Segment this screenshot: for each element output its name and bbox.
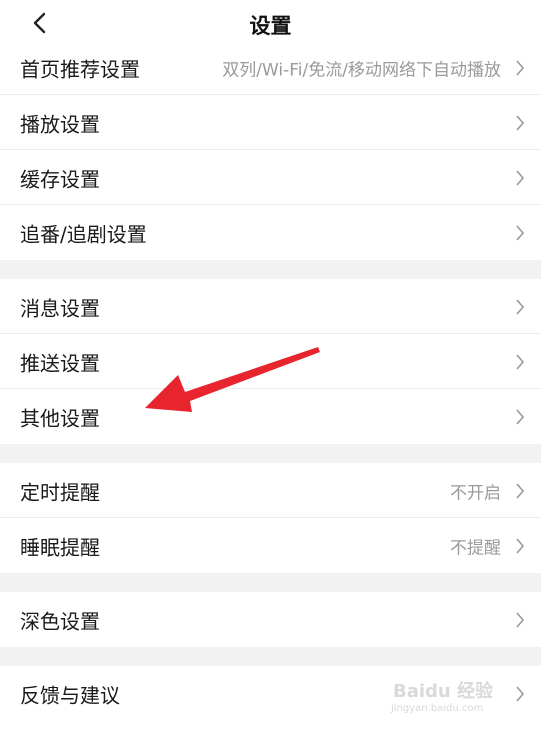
chevron-right-icon <box>516 114 525 131</box>
settings-item-label: 消息设置 <box>20 296 100 320</box>
chevron-right-icon <box>516 59 525 76</box>
settings-item-label: 推送设置 <box>20 351 100 375</box>
chevron-right-icon <box>516 298 525 315</box>
settings-item-label: 播放设置 <box>20 112 100 136</box>
chevron-right-icon <box>516 224 525 241</box>
settings-item-home-recommend[interactable]: 首页推荐设置 双列/Wi-Fi/免流/移动网络下自动播放 <box>0 40 541 95</box>
settings-item-label: 其他设置 <box>20 406 100 430</box>
settings-item-feedback[interactable]: 反馈与建议 <box>0 666 541 721</box>
settings-item-label: 深色设置 <box>20 609 100 633</box>
settings-item-label: 追番/追剧设置 <box>20 222 147 246</box>
settings-item-value: 不提醒 <box>450 538 501 558</box>
settings-item-label: 定时提醒 <box>20 480 100 504</box>
settings-item-cache[interactable]: 缓存设置 <box>0 150 541 205</box>
settings-item-label: 睡眠提醒 <box>20 535 100 559</box>
settings-item-label: 首页推荐设置 <box>20 57 140 81</box>
settings-item-timer-reminder[interactable]: 定时提醒 不开启 <box>0 463 541 518</box>
list-end-spacer <box>0 721 541 733</box>
settings-item-value: 不开启 <box>450 483 501 503</box>
settings-item-sleep-reminder[interactable]: 睡眠提醒 不提醒 <box>0 518 541 573</box>
settings-item-value: 双列/Wi-Fi/免流/移动网络下自动播放 <box>222 60 501 80</box>
chevron-right-icon <box>516 685 525 702</box>
chevron-right-icon <box>516 482 525 499</box>
settings-item-message[interactable]: 消息设置 <box>0 279 541 334</box>
settings-item-label: 反馈与建议 <box>20 683 120 707</box>
settings-item-label: 缓存设置 <box>20 167 100 191</box>
chevron-right-icon <box>516 169 525 186</box>
chevron-right-icon <box>516 408 525 425</box>
settings-item-playback[interactable]: 播放设置 <box>0 95 541 150</box>
chevron-right-icon <box>516 353 525 370</box>
chevron-right-icon <box>516 611 525 628</box>
settings-item-follow[interactable]: 追番/追剧设置 <box>0 205 541 260</box>
chevron-right-icon <box>516 537 525 554</box>
settings-item-other[interactable]: 其他设置 <box>0 389 541 444</box>
settings-item-push[interactable]: 推送设置 <box>0 334 541 389</box>
settings-item-dark-mode[interactable]: 深色设置 <box>0 592 541 647</box>
page-title: 设置 <box>249 14 292 38</box>
